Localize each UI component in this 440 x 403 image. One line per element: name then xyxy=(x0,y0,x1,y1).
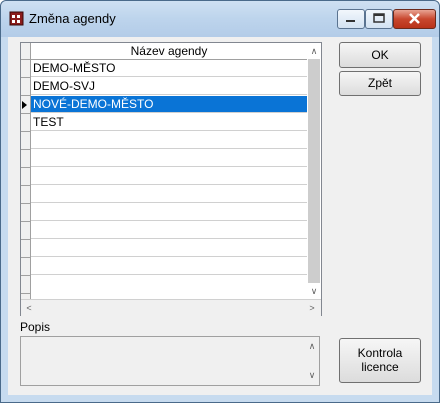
cell-agenda-name: DEMO-MĚSTO xyxy=(33,61,116,75)
close-button[interactable] xyxy=(393,9,436,29)
maximize-icon xyxy=(373,13,385,23)
table-row[interactable]: TEST xyxy=(31,114,307,131)
license-button-line2: licence xyxy=(361,360,399,374)
description-scrollbar[interactable]: ∧ ∨ xyxy=(305,337,319,385)
vertical-scroll-thumb[interactable] xyxy=(308,59,320,283)
minimize-button[interactable] xyxy=(337,9,365,29)
license-check-button[interactable]: Kontrola licence xyxy=(339,338,421,383)
table-row-empty[interactable] xyxy=(31,222,307,239)
maximize-button[interactable] xyxy=(365,9,393,29)
table-row[interactable]: DEMO-MĚSTO xyxy=(31,60,307,77)
description-label: Popis xyxy=(20,320,51,334)
table-row-empty[interactable] xyxy=(31,204,307,221)
dialog-client-area: Název agendy DEMO-MĚSTO DEMO-SVJ NOVÉ-DE… xyxy=(8,37,432,395)
table-row-selected[interactable]: NOVÉ-DEMO-MĚSTO xyxy=(31,96,307,113)
horizontal-scroll-track[interactable] xyxy=(37,303,305,313)
scroll-left-icon[interactable]: < xyxy=(22,303,36,313)
current-row-marker-icon xyxy=(22,101,27,109)
table-row-empty[interactable] xyxy=(31,150,307,167)
table-row-empty[interactable] xyxy=(31,276,307,293)
cell-agenda-name: TEST xyxy=(33,115,64,129)
title-bar[interactable]: Změna agendy xyxy=(1,1,439,37)
scroll-down-icon[interactable]: ∨ xyxy=(307,286,321,296)
scroll-down-icon[interactable]: ∨ xyxy=(305,370,319,380)
table-row-empty[interactable] xyxy=(31,258,307,275)
license-button-line1: Kontrola xyxy=(357,346,403,360)
column-header-agenda-name[interactable]: Název agendy xyxy=(31,43,307,60)
table-row-empty[interactable] xyxy=(31,186,307,203)
cell-agenda-name: DEMO-SVJ xyxy=(33,79,96,93)
close-icon xyxy=(409,13,420,24)
back-button[interactable]: Zpět xyxy=(339,71,421,96)
cell-agenda-name: NOVÉ-DEMO-MĚSTO xyxy=(33,97,154,111)
ok-button[interactable]: OK xyxy=(339,42,421,68)
table-row-empty[interactable] xyxy=(31,132,307,149)
scroll-up-icon[interactable]: ∧ xyxy=(305,341,319,351)
description-field[interactable]: ∧ ∨ xyxy=(20,336,320,386)
scroll-up-icon[interactable]: ∧ xyxy=(307,46,321,56)
row-gutter xyxy=(21,43,31,299)
grid-vertical-scrollbar[interactable]: ∧ ∨ xyxy=(307,43,321,299)
scroll-right-icon[interactable]: > xyxy=(305,303,319,313)
table-row-empty[interactable] xyxy=(31,168,307,185)
grid-horizontal-scrollbar[interactable]: < > xyxy=(21,299,321,316)
table-row[interactable]: DEMO-SVJ xyxy=(31,78,307,95)
window-title: Změna agendy xyxy=(29,11,116,26)
table-row-empty[interactable] xyxy=(31,240,307,257)
agenda-grid[interactable]: Název agendy DEMO-MĚSTO DEMO-SVJ NOVÉ-DE… xyxy=(20,42,322,316)
dialog-window: Změna agendy Název agendy DEMO-MĚSTO DEM… xyxy=(0,0,440,403)
calendar-grid-icon xyxy=(9,11,24,26)
minimize-icon xyxy=(346,20,355,22)
